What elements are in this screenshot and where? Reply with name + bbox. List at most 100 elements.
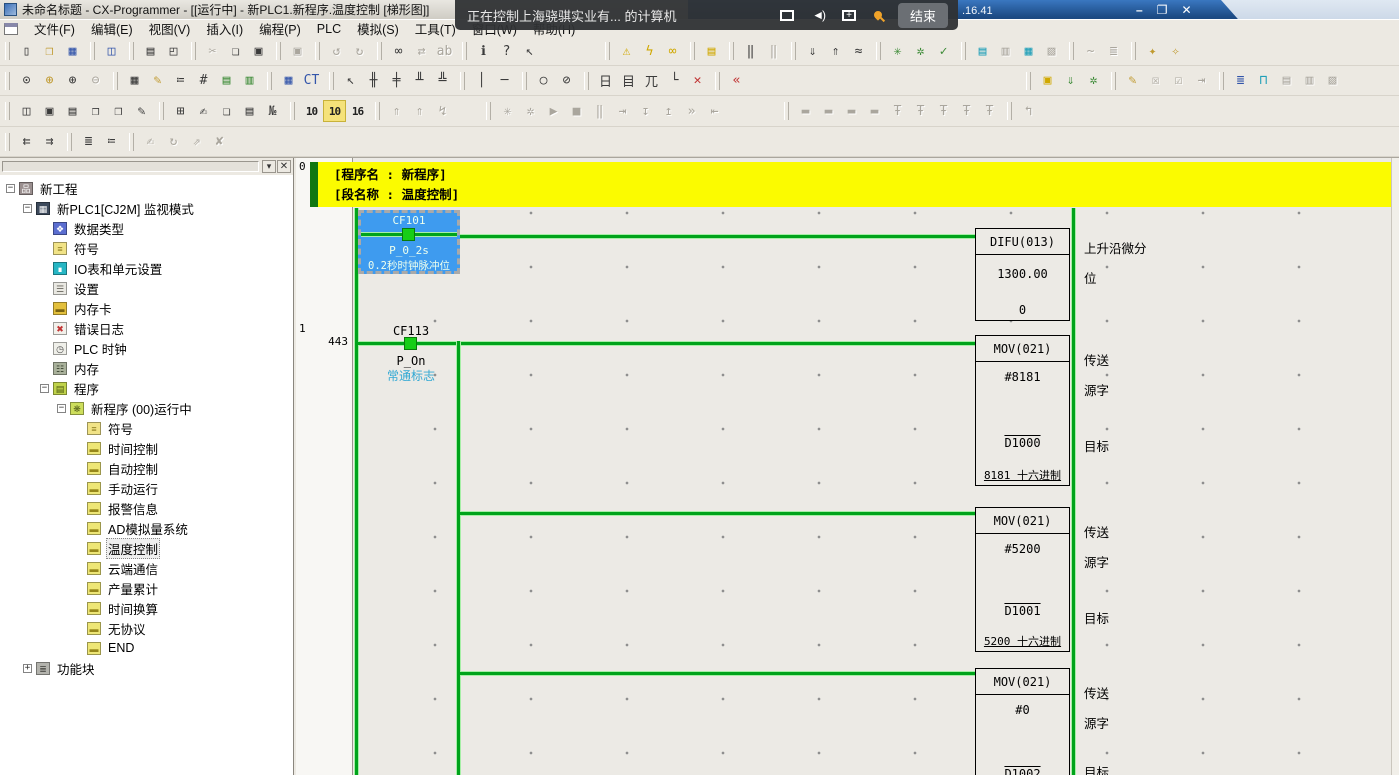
tree-item-label[interactable]: 内存卡 xyxy=(72,299,114,318)
horizontal-line-button[interactable]: ─ xyxy=(493,70,516,92)
tree-item-功能块[interactable]: +≣功能块 xyxy=(0,658,293,678)
tree-item-云端通信[interactable]: ▬云端通信 xyxy=(0,558,293,578)
pause-monitoring-button[interactable]: ‖ xyxy=(739,40,762,62)
transfer-to-plc-button[interactable]: ⇓ xyxy=(801,40,824,62)
instruction-box-button[interactable]: 日 xyxy=(594,70,617,92)
paste-button[interactable]: ▣ xyxy=(247,40,270,62)
tree-item-AD模拟量系统[interactable]: ▬AD模拟量系统 xyxy=(0,518,293,538)
windows-plus-icon[interactable]: + xyxy=(842,10,856,21)
tree-item-END[interactable]: ▬END xyxy=(0,638,293,658)
tree-item-报警信息[interactable]: ▬报警信息 xyxy=(0,498,293,518)
menu-insert[interactable]: 插入(I) xyxy=(198,18,251,39)
compare-with-plc-button[interactable]: ≈ xyxy=(847,40,870,62)
tree-item-label[interactable]: 错误日志 xyxy=(72,319,126,338)
tree-item-label[interactable]: 符号 xyxy=(106,419,135,438)
mov-instruction-block[interactable]: MOV(021) #5200 D1001 5200 十六进制 xyxy=(975,507,1070,652)
tree-item-label[interactable]: 内存 xyxy=(72,359,101,378)
tree-item-符号[interactable]: ≡符号 xyxy=(0,418,293,438)
function-block-box-button[interactable]: 目 xyxy=(617,70,640,92)
monitor-all-button[interactable]: ∞ xyxy=(661,40,684,62)
tree-item-IO表和单元设置[interactable]: ∎IO表和单元设置 xyxy=(0,258,293,278)
collapse-icon[interactable]: − xyxy=(23,204,32,213)
differential-monitor-button[interactable]: ⊓ xyxy=(1252,70,1275,92)
vertical-line-button[interactable]: │ xyxy=(470,70,493,92)
select-tool-button[interactable]: ↖ xyxy=(339,70,362,92)
find-button[interactable]: ∞ xyxy=(387,40,410,62)
collapse-icon[interactable]: − xyxy=(6,184,15,193)
workspace-close-icon[interactable]: ✕ xyxy=(277,160,291,173)
toggle-output-window-button[interactable]: ▣ xyxy=(38,100,61,122)
online-edit-rung-button[interactable]: ▣ xyxy=(1036,70,1059,92)
copy-button[interactable]: ❏ xyxy=(224,40,247,62)
tree-item-label[interactable]: 温度控制 xyxy=(106,538,160,559)
contact-cf101-selected[interactable]: CF101 P_0_2s 0.2秒时钟脉冲位 xyxy=(358,210,460,274)
contact-or-no-button[interactable]: ╨ xyxy=(408,70,431,92)
run-mode-button[interactable]: ▤ xyxy=(700,40,723,62)
release-password-button[interactable]: ✧ xyxy=(1164,40,1187,62)
update-online-edit-button[interactable]: ✲ xyxy=(1082,70,1105,92)
monitor-decimal-button[interactable]: 10 xyxy=(300,100,323,122)
tree-item-label[interactable]: 设置 xyxy=(72,279,101,298)
tree-item-时间换算[interactable]: ▬时间换算 xyxy=(0,598,293,618)
local-symbol-table-button[interactable]: ▤ xyxy=(238,100,261,122)
save-file-button[interactable]: ▦ xyxy=(61,40,84,62)
expand-icon[interactable]: + xyxy=(23,664,32,673)
indent-rung-button[interactable]: ⇇ xyxy=(15,131,38,153)
work-online-button[interactable]: ⚠ xyxy=(615,40,638,62)
menu-program[interactable]: 编程(P) xyxy=(251,18,309,39)
new-file-button[interactable]: ▯ xyxy=(15,40,38,62)
tree-item-手动运行[interactable]: ▬手动运行 xyxy=(0,478,293,498)
menu-plc[interactable]: PLC xyxy=(309,21,349,37)
toggle-project-workspace-button[interactable]: ◫ xyxy=(15,100,38,122)
ladder-view-button[interactable]: ▤ xyxy=(215,70,238,92)
tree-item-label[interactable]: 时间控制 xyxy=(106,439,160,458)
tree-item-label[interactable]: 数据类型 xyxy=(72,219,126,238)
menu-file[interactable]: 文件(F) xyxy=(26,18,83,39)
delete-line-button[interactable]: ✕ xyxy=(686,70,709,92)
toggle-cross-reference-button[interactable]: ❐ xyxy=(84,100,107,122)
contact-or-nc-button[interactable]: ╩ xyxy=(431,70,454,92)
collapse-icon[interactable]: − xyxy=(57,404,66,413)
tree-item-label[interactable]: 云端通信 xyxy=(106,559,160,578)
collapse-toolbar-button[interactable]: « xyxy=(725,70,748,92)
mnemonics-view-button[interactable]: ▥ xyxy=(238,70,261,92)
tree-item-label[interactable]: 符号 xyxy=(72,239,101,258)
plc-memory-button[interactable]: ▦ xyxy=(1017,40,1040,62)
about-button[interactable]: ℹ xyxy=(472,40,495,62)
tree-item-label[interactable]: 无协议 xyxy=(106,619,148,638)
rung-annotation-button[interactable]: ✎ xyxy=(146,70,169,92)
tree-item-新PLC1[CJ2M] 监视模式[interactable]: −▦新PLC1[CJ2M] 监视模式 xyxy=(0,198,293,218)
tree-item-label[interactable]: AD模拟量系统 xyxy=(106,519,190,538)
collapse-icon[interactable]: − xyxy=(40,384,49,393)
compile-all-button[interactable]: ✲ xyxy=(909,40,932,62)
tree-item-数据类型[interactable]: ❖数据类型 xyxy=(0,218,293,238)
monitor-hex-button[interactable]: 16 xyxy=(346,100,369,122)
tree-item-label[interactable]: END xyxy=(106,641,136,655)
context-help-button[interactable]: ↖ xyxy=(518,40,541,62)
io-table-button[interactable]: ▤ xyxy=(971,40,994,62)
page-preview-button[interactable]: ◫ xyxy=(100,40,123,62)
print-button[interactable]: ▤ xyxy=(139,40,162,62)
tree-item-设置[interactable]: ☰设置 xyxy=(0,278,293,298)
tree-item-时间控制[interactable]: ▬时间控制 xyxy=(0,438,293,458)
tree-item-label[interactable]: 时间换算 xyxy=(106,599,160,618)
zoom-out-small-button[interactable]: ⊙ xyxy=(15,70,38,92)
comment-view-button[interactable]: ≣ xyxy=(77,131,100,153)
show-grid-button[interactable]: ▦ xyxy=(123,70,146,92)
comment-list-button[interactable]: ✍ xyxy=(192,100,215,122)
mdi-child-icon[interactable] xyxy=(4,23,18,35)
tree-item-label[interactable]: 程序 xyxy=(72,379,101,398)
compile-program-button[interactable]: ✳ xyxy=(886,40,909,62)
tree-item-错误日志[interactable]: ✖错误日志 xyxy=(0,318,293,338)
restore-button[interactable]: ❐ xyxy=(1157,3,1168,17)
open-file-button[interactable]: ❒ xyxy=(38,40,61,62)
tree-item-PLC 时钟[interactable]: ◷PLC 时钟 xyxy=(0,338,293,358)
fullscreen-icon[interactable] xyxy=(780,10,794,21)
menu-simulation[interactable]: 模拟(S) xyxy=(349,18,407,39)
zoom-fit-button[interactable]: ⊕ xyxy=(38,70,61,92)
difu-instruction-block[interactable]: DIFU(013) 1300.00 0 xyxy=(975,228,1070,321)
contact-cf113[interactable] xyxy=(404,337,417,350)
outdent-rung-button[interactable]: ⇉ xyxy=(38,131,61,153)
zoom-in-button[interactable]: ⊕ xyxy=(61,70,84,92)
tree-item-新工程[interactable]: −品新工程 xyxy=(0,178,293,198)
